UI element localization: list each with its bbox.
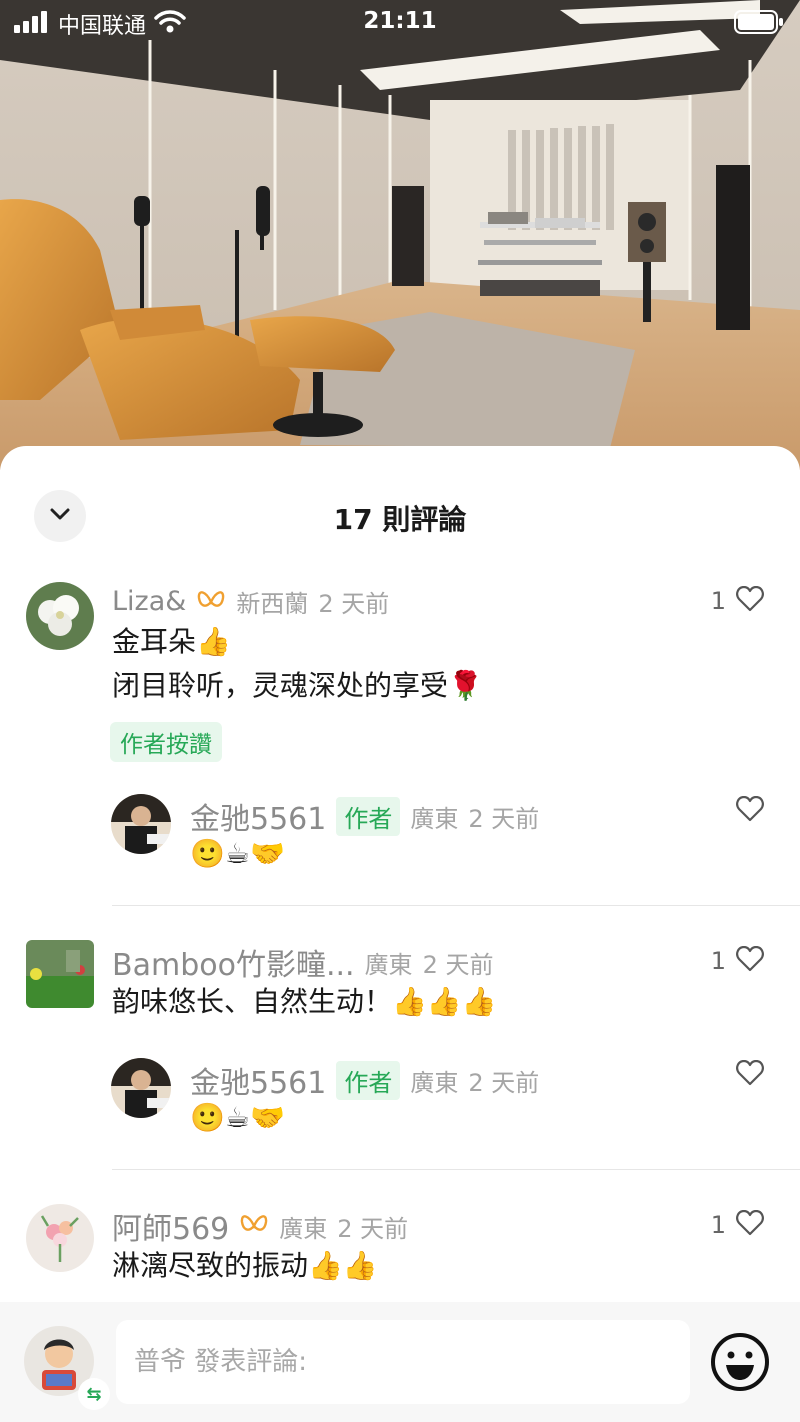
like-button[interactable]: [736, 795, 764, 826]
comment-username[interactable]: Liza&: [112, 586, 186, 617]
comment-time: 2 天前: [337, 1214, 409, 1243]
avatar[interactable]: [111, 794, 171, 854]
reply-location: 廣東: [410, 1068, 459, 1097]
reply-location: 廣東: [410, 804, 459, 833]
battery-icon: [734, 10, 784, 38]
like-button[interactable]: 1: [710, 1209, 764, 1240]
like-button[interactable]: [736, 1059, 764, 1090]
comment-location: 廣東: [279, 1214, 328, 1243]
like-button[interactable]: 1: [710, 945, 764, 976]
switch-account-icon[interactable]: ⇆: [78, 1378, 110, 1410]
emoji-button[interactable]: [710, 1332, 770, 1396]
reply-text: 🙂☕🤝: [190, 837, 285, 870]
status-time: 21:11: [363, 8, 437, 34]
sheet-header: 17 則評論: [0, 446, 800, 586]
smiley-icon: [710, 1333, 770, 1396]
comment-time: 2 天前: [422, 950, 494, 979]
divider: [112, 905, 800, 906]
heart-outline-icon: [736, 585, 764, 616]
heart-outline-icon: [736, 795, 764, 826]
comment-text: 韵味悠长、自然生动！👍👍👍: [112, 985, 497, 1018]
reply-text: 🙂☕🤝: [190, 1101, 285, 1134]
like-button[interactable]: 1: [710, 585, 764, 616]
comment-text: 淋漓尽致的振动👍👍: [112, 1249, 378, 1282]
comment-time: 2 天前: [318, 590, 390, 618]
like-count: 1: [710, 1211, 726, 1239]
comment-input-bar: ⇆: [0, 1302, 800, 1422]
author-tag: 作者: [336, 796, 401, 836]
author-tag: 作者: [336, 1060, 401, 1100]
avatar[interactable]: [26, 940, 94, 1008]
heart-outline-icon: [736, 945, 764, 976]
comment-location: 廣東: [364, 950, 413, 979]
reply-time: 2 天前: [468, 804, 540, 833]
avatar[interactable]: [26, 582, 94, 650]
like-count: 1: [710, 587, 726, 615]
butterfly-badge-icon: [196, 589, 226, 615]
status-bar: 中国联通 21:11: [0, 0, 800, 44]
like-count: 1: [710, 947, 726, 975]
comments-sheet: 17 則評論 Liza& 新西蘭 2 天前 金耳朵👍 闭目聆听，灵魂深处的享受🌹…: [0, 446, 800, 1422]
avatar[interactable]: [111, 1058, 171, 1118]
comment-username[interactable]: 阿師569: [112, 1204, 229, 1248]
comment-text: 金耳朵👍: [112, 625, 231, 658]
sheet-title: 17 則評論: [333, 503, 467, 536]
divider: [112, 1169, 800, 1170]
reply-time: 2 天前: [468, 1068, 540, 1097]
comment-location: 新西蘭: [236, 590, 309, 618]
butterfly-badge-icon: [239, 1213, 269, 1239]
comment-text: 闭目聆听，灵魂深处的享受🌹: [112, 669, 483, 702]
hero-photo: [0, 0, 800, 470]
comment-username[interactable]: Bamboo竹影疃...: [112, 940, 355, 984]
heart-outline-icon: [736, 1209, 764, 1240]
author-liked-tag: 作者按讚: [110, 722, 222, 762]
avatar[interactable]: [26, 1204, 94, 1272]
comment-input[interactable]: [116, 1320, 690, 1404]
heart-outline-icon: [736, 1059, 764, 1090]
